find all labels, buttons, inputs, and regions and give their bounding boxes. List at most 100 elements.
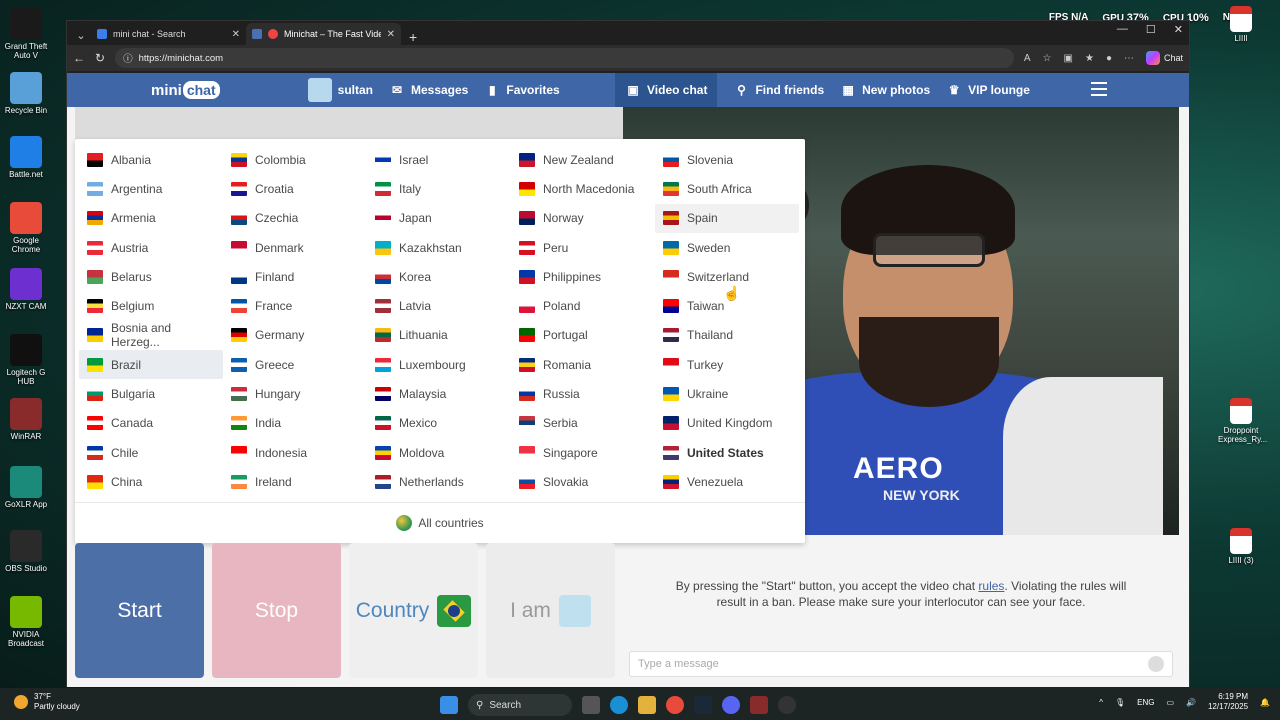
country-option[interactable]: Moldova — [367, 438, 511, 467]
country-option[interactable]: Turkey — [655, 350, 799, 379]
country-option[interactable]: Lithuania — [367, 321, 511, 350]
country-option[interactable]: Mexico — [367, 409, 511, 438]
favorites-icon[interactable]: ★ — [1085, 53, 1094, 64]
pdf-file-icon[interactable]: Droppoint Express_Ry... — [1218, 398, 1267, 444]
country-option[interactable]: Serbia — [511, 409, 655, 438]
country-option[interactable]: Chile — [79, 438, 223, 467]
country-option[interactable]: Croatia — [223, 174, 367, 203]
country-option[interactable]: Bosnia and Herzeg... — [79, 321, 223, 350]
copilot-button[interactable]: Chat — [1145, 51, 1183, 65]
country-option[interactable]: Malaysia — [367, 379, 511, 408]
profile-link[interactable]: sultan — [307, 78, 373, 102]
desktop-icon[interactable]: NZXT CAM — [2, 268, 50, 311]
desktop-icon[interactable]: Logitech G HUB — [2, 334, 50, 386]
country-option[interactable]: Germany — [223, 321, 367, 350]
edge-icon[interactable] — [610, 696, 628, 714]
camera-icon[interactable]: ▣ — [1064, 53, 1073, 64]
country-option[interactable]: Belarus — [79, 262, 223, 291]
start-button[interactable]: Start — [75, 543, 204, 678]
close-window-icon[interactable]: ✕ — [1174, 23, 1183, 36]
back-icon[interactable]: ← — [73, 51, 85, 65]
more-icon[interactable]: ⋯ — [1124, 53, 1134, 64]
country-option[interactable]: Venezuela — [655, 467, 799, 496]
find-friends-link[interactable]: ⚲ Find friends — [733, 83, 824, 97]
country-option[interactable]: Indonesia — [223, 438, 367, 467]
country-option[interactable]: Greece — [223, 350, 367, 379]
video-chat-link[interactable]: ▣ Video chat — [615, 73, 718, 107]
weather-widget[interactable]: 37°F Partly cloudy — [14, 692, 80, 712]
country-option[interactable]: Japan — [367, 204, 511, 233]
desktop-icon[interactable]: Recycle Bin — [2, 72, 50, 115]
country-option[interactable]: Austria — [79, 233, 223, 262]
notification-icon[interactable]: 🔔 — [1260, 698, 1270, 707]
country-option[interactable]: Romania — [511, 350, 655, 379]
steam-icon[interactable] — [694, 696, 712, 714]
country-option[interactable]: Brazil — [79, 350, 223, 380]
favorite-star-icon[interactable]: ☆ — [1043, 53, 1052, 64]
tab-list-button[interactable]: ⌄ — [71, 25, 91, 45]
close-tab-icon[interactable]: ✕ — [387, 29, 395, 40]
discord-icon[interactable] — [722, 696, 740, 714]
favorites-link[interactable]: ▮ Favorites — [484, 83, 560, 97]
country-option[interactable]: South Africa — [655, 174, 799, 203]
country-option[interactable]: Peru — [511, 233, 655, 262]
country-option[interactable]: Ireland — [223, 467, 367, 496]
taskbar-search[interactable]: ⚲ Search — [468, 694, 572, 716]
pdf-file-icon[interactable]: LIIII — [1218, 6, 1264, 43]
address-bar[interactable]: ⓘ https://minichat.com — [115, 48, 1014, 68]
tray-overflow-icon[interactable]: ^ — [1099, 698, 1103, 707]
all-countries-option[interactable]: All countries — [75, 502, 805, 542]
country-option[interactable]: Poland — [511, 291, 655, 320]
desktop-icon[interactable]: Grand Theft Auto V — [2, 8, 50, 60]
message-input[interactable]: Type a message — [629, 651, 1173, 677]
file-explorer-icon[interactable] — [638, 696, 656, 714]
country-option[interactable]: Belgium — [79, 291, 223, 320]
country-option[interactable]: Netherlands — [367, 467, 511, 496]
country-option[interactable]: Ukraine — [655, 379, 799, 408]
emoji-icon[interactable] — [1148, 656, 1164, 672]
country-option[interactable]: United States — [655, 438, 799, 467]
stop-button[interactable]: Stop — [212, 543, 341, 678]
tab-minichat[interactable]: Minichat – The Fast Video Cha ✕ — [246, 23, 401, 45]
minichat-logo[interactable]: mini chat — [151, 81, 220, 99]
country-option[interactable]: Philippines — [511, 262, 655, 291]
site-info-icon[interactable]: ⓘ — [123, 51, 133, 65]
close-tab-icon[interactable]: ✕ — [232, 29, 240, 40]
country-option[interactable]: New Zealand — [511, 145, 655, 174]
start-menu-icon[interactable] — [440, 696, 458, 714]
tab-search[interactable]: mini chat - Search ✕ — [91, 23, 246, 45]
country-button[interactable]: Country — [349, 543, 478, 678]
country-option[interactable]: Luxembourg — [367, 350, 511, 379]
country-option[interactable]: Argentina — [79, 174, 223, 203]
desktop-icon[interactable]: WinRAR — [2, 398, 50, 441]
pdf-file-icon[interactable]: LIIII (3) — [1218, 528, 1264, 565]
country-option[interactable]: Thailand — [655, 321, 799, 350]
country-option[interactable]: China — [79, 467, 223, 496]
country-option[interactable]: Korea — [367, 262, 511, 291]
country-option[interactable]: Sweden — [655, 233, 799, 262]
country-option[interactable]: Denmark — [223, 233, 367, 262]
country-option[interactable]: France — [223, 291, 367, 320]
country-option[interactable]: India — [223, 409, 367, 438]
language-indicator[interactable]: ENG — [1137, 698, 1154, 707]
country-option[interactable]: Armenia — [79, 204, 223, 233]
minimize-icon[interactable]: — — [1117, 23, 1128, 36]
country-option[interactable]: Norway — [511, 204, 655, 233]
desktop-icon[interactable]: OBS Studio — [2, 530, 50, 573]
vip-lounge-link[interactable]: ♛ VIP lounge — [946, 83, 1030, 97]
desktop-icon[interactable]: GoXLR App — [2, 466, 50, 509]
desktop-icon[interactable]: NVIDIA Broadcast — [2, 596, 50, 648]
country-option[interactable]: North Macedonia — [511, 174, 655, 203]
country-option[interactable]: Italy — [367, 174, 511, 203]
winrar-icon[interactable] — [750, 696, 768, 714]
desktop-icon[interactable]: Battle.net — [2, 136, 50, 179]
country-option[interactable]: Czechia — [223, 204, 367, 233]
volume-icon[interactable]: 🔊 — [1186, 698, 1196, 707]
chrome-icon[interactable] — [666, 696, 684, 714]
country-option[interactable]: Kazakhstan — [367, 233, 511, 262]
country-option[interactable]: Slovenia — [655, 145, 799, 174]
country-option[interactable]: Albania — [79, 145, 223, 174]
country-option[interactable]: Spain — [655, 203, 799, 233]
task-view-icon[interactable] — [582, 696, 600, 714]
country-option[interactable]: Canada — [79, 409, 223, 438]
